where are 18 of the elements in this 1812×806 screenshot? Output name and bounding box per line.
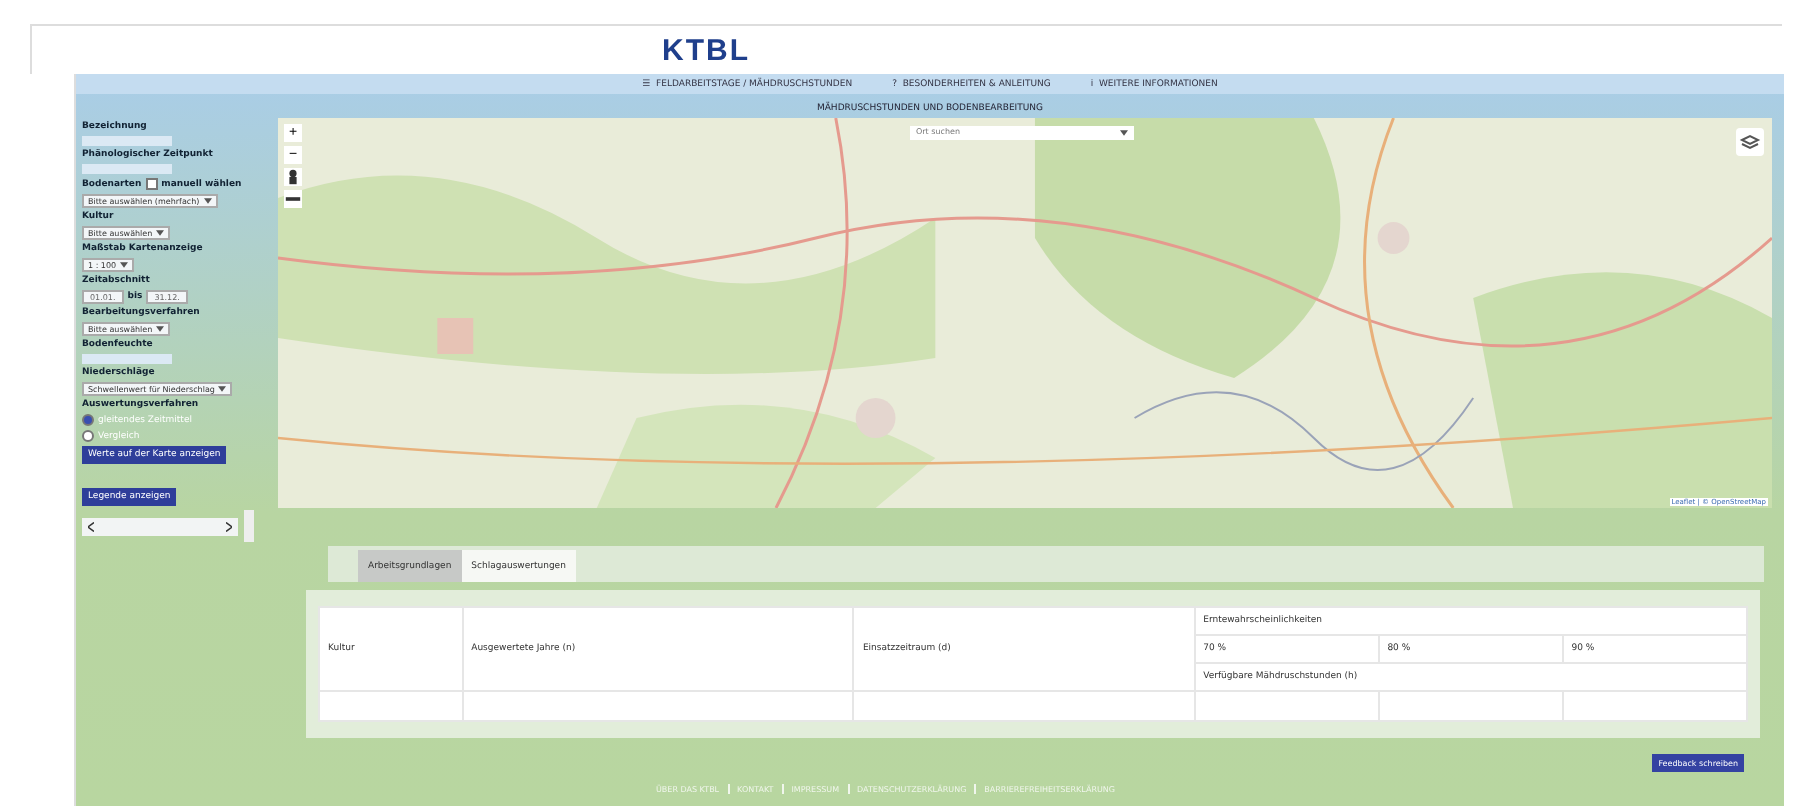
- input-field[interactable]: [82, 164, 172, 174]
- caret-icon: [203, 198, 212, 204]
- radio-button[interactable]: [82, 414, 94, 426]
- caret-icon: [120, 262, 129, 268]
- caret-icon: [156, 230, 165, 236]
- layers-icon[interactable]: [1736, 128, 1764, 156]
- ruler-icon[interactable]: [284, 190, 302, 208]
- input-field[interactable]: [82, 354, 172, 364]
- caret-icon: [218, 386, 227, 392]
- checkbox[interactable]: [145, 178, 158, 190]
- person-icon[interactable]: [284, 168, 302, 186]
- caret-icon: [1120, 130, 1128, 136]
- chevron-left-icon[interactable]: [88, 521, 94, 531]
- radio-button[interactable]: [82, 430, 94, 442]
- logo: KTBL: [662, 33, 750, 67]
- input-field[interactable]: [82, 136, 172, 146]
- chevron-right-icon[interactable]: [226, 521, 232, 531]
- caret-icon: [156, 326, 165, 332]
